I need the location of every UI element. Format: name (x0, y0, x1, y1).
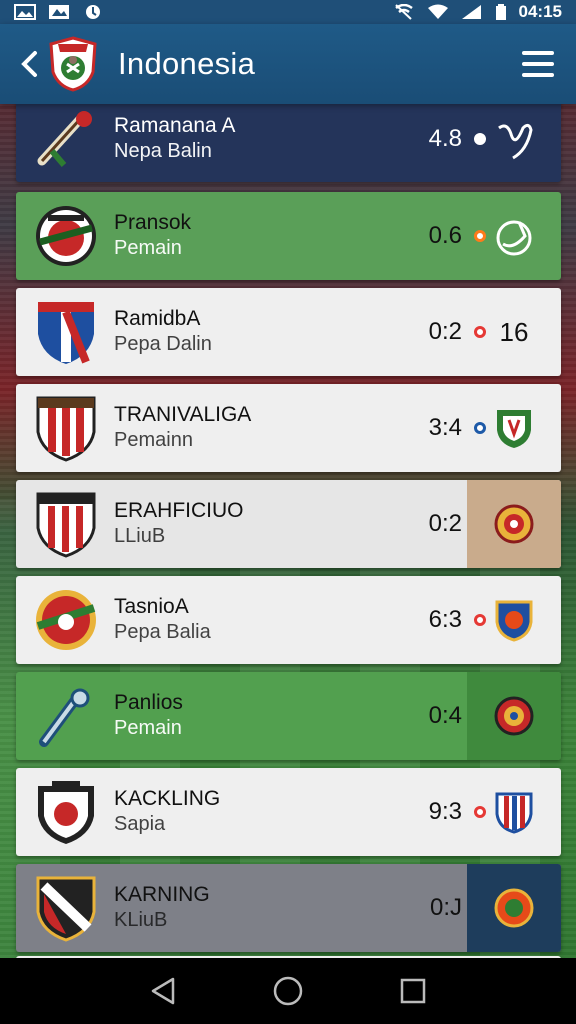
list-item[interactable]: Pransok Pemain 0.6 (16, 192, 561, 280)
club-subtitle: Pemain (114, 237, 182, 259)
club-subtitle: Pemain (114, 717, 182, 739)
list-item[interactable]: RamidbA Pepa Dalin 0:2 16 (16, 288, 561, 376)
score: 0.6 (428, 222, 462, 249)
club-crest-icon (34, 874, 98, 942)
app-logo (48, 36, 98, 92)
status-time: 04:15 (518, 2, 562, 21)
club-subtitle: Pepa Dalin (114, 333, 212, 355)
club-crest-icon (34, 778, 98, 846)
battery-icon (495, 4, 506, 20)
score: 4.8 (428, 125, 462, 152)
status-left-icons (14, 4, 104, 20)
wifi-off-icon (394, 4, 413, 20)
score: 6:3 (428, 606, 462, 633)
club-subtitle: Nepa Balin (114, 140, 212, 162)
score: 0:2 (428, 318, 462, 345)
notification-icon (86, 5, 100, 19)
score: 0:4 (428, 702, 462, 729)
round-crest-icon (467, 672, 561, 760)
end-value: 16 (499, 316, 529, 347)
club-crest-icon (34, 586, 98, 654)
club-crest-icon (34, 682, 98, 750)
club-crest-icon (34, 105, 98, 173)
club-crest-icon (34, 298, 98, 366)
club-name: TasnioA (114, 595, 189, 618)
list-item[interactable]: Panlios Pemain 0:4 (16, 672, 561, 760)
score: 0:2 (428, 510, 462, 537)
list-item[interactable]: TRANIVALIGA Pemainn 3:4 (16, 384, 561, 472)
club-name: KARNING (114, 883, 210, 906)
club-crest-icon (34, 394, 98, 462)
recents-square-icon (401, 978, 426, 1004)
striped-shield-icon (467, 768, 561, 856)
club-subtitle: KLiuB (114, 909, 168, 931)
list-item[interactable]: Ramanana A Nepa Balin 4.8 (16, 96, 561, 182)
club-name: KACKLING (114, 787, 221, 810)
club-name: Ramanana A (114, 114, 236, 137)
club-name: TRANIVALIGA (114, 403, 252, 426)
hand-icon (467, 192, 561, 280)
score: 9:3 (428, 798, 462, 825)
image-icon (14, 4, 36, 20)
club-name: ERAHFICIUO (114, 499, 244, 522)
nav-home-button[interactable] (268, 971, 308, 1011)
club-crest-icon (34, 490, 98, 558)
leaf-icon (467, 96, 561, 182)
list-item[interactable]: ERAHFICIUO LLiuB 0:2 (16, 480, 561, 568)
shield-icon (467, 384, 561, 472)
round-crest-icon (467, 864, 561, 952)
nav-back-button[interactable] (143, 971, 183, 1011)
list-item[interactable]: KARNING KLiuB 0:J (16, 864, 561, 952)
status-bar: 04:15 (0, 0, 576, 24)
score: 0:J (429, 894, 462, 921)
list-item[interactable]: TasnioA Pepa Balia 6:3 (16, 576, 561, 664)
club-subtitle: Pepa Balia (114, 621, 211, 643)
shield-icon (467, 576, 561, 664)
score: 3:4 (428, 414, 462, 441)
chevron-left-icon (21, 51, 37, 77)
club-subtitle: LLiuB (114, 525, 166, 547)
nav-recents-button[interactable] (393, 971, 433, 1011)
page-title: Indonesia (118, 46, 256, 81)
back-triangle-icon (151, 977, 174, 1005)
club-name: RamidbA (114, 307, 201, 330)
system-nav-bar (0, 958, 576, 1024)
signal-icon (461, 5, 481, 19)
club-subtitle: Pemainn (114, 429, 193, 451)
list-item[interactable]: KACKLING Sapia 9:3 (16, 768, 561, 856)
status-right-icons: 04:15 (393, 2, 562, 22)
menu-button[interactable] (522, 51, 554, 77)
photo-icon (49, 5, 69, 19)
round-crest-icon (467, 480, 561, 568)
app-bar: Indonesia (0, 24, 576, 104)
club-name: Pransok (114, 211, 192, 234)
home-circle-icon (273, 976, 303, 1006)
club-subtitle: Sapia (114, 813, 166, 835)
back-button[interactable] (12, 34, 46, 94)
club-crest-icon (34, 202, 98, 270)
wifi-icon (427, 4, 448, 19)
club-name: Panlios (114, 691, 183, 714)
hamburger-menu-icon (522, 51, 554, 55)
league-crest-icon (49, 36, 97, 92)
